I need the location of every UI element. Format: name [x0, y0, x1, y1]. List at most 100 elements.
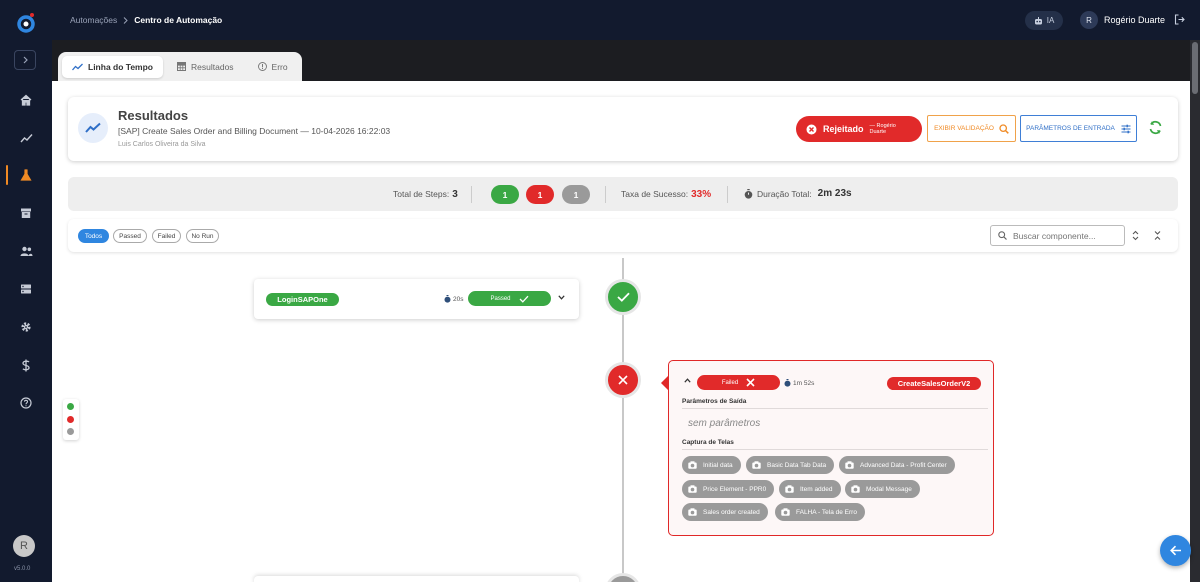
app-logo[interactable]	[14, 10, 38, 34]
execution-subtitle: [SAP] Create Sales Order and Billing Doc…	[118, 126, 391, 136]
ia-button[interactable]: IA	[1025, 11, 1063, 30]
screenshot-chip[interactable]: Modal Message	[845, 480, 920, 498]
server-icon	[20, 283, 32, 295]
camera-icon	[688, 461, 697, 469]
norun-count-badge: 1	[562, 185, 590, 204]
screenshot-chip[interactable]: Initial data	[682, 456, 741, 474]
camera-icon	[781, 508, 790, 516]
total-duration: Duração Total: 2m 23s	[744, 188, 852, 199]
search-input[interactable]	[1013, 230, 1113, 241]
sidebar-item-billing[interactable]	[0, 351, 52, 379]
execution-user: Luis Carlos Oliveira da Silva	[118, 141, 206, 148]
status-badge: Rejeitado — Rogério Duarte	[796, 116, 922, 142]
chevron-up-icon[interactable]	[684, 378, 691, 383]
user-menu[interactable]: R Rogério Duarte	[1080, 11, 1165, 29]
flask-icon	[20, 169, 32, 181]
chevron-down-icon[interactable]	[558, 295, 565, 300]
screenshot-chip[interactable]: FALHA - Tela de Erro	[775, 503, 865, 521]
legend-dot-norun	[67, 428, 74, 435]
input-params-button[interactable]: PARÂMETROS DE ENTRADA	[1020, 115, 1137, 142]
screenshot-chip[interactable]: Basic Data Tab Data	[746, 456, 835, 474]
sidebar-item-home[interactable]	[0, 86, 52, 114]
status-by: — Rogério Duarte	[869, 123, 896, 135]
failed-count-badge: 1	[526, 185, 554, 204]
output-params-title: Parâmetros de Saída	[682, 398, 747, 405]
page-title: Resultados	[118, 108, 189, 123]
timer-icon	[444, 295, 451, 303]
sidebar-item-archive[interactable]	[0, 199, 52, 227]
refresh-icon[interactable]	[1148, 120, 1163, 135]
check-icon	[616, 292, 630, 302]
button-label: PARÂMETROS DE ENTRADA	[1026, 125, 1115, 132]
tab-label: Linha do Tempo	[88, 61, 154, 72]
screenshot-label: Modal Message	[866, 485, 912, 493]
duration-label: Duração Total:	[757, 188, 812, 199]
screenshot-chip[interactable]: Item added	[779, 480, 841, 498]
app-version: v5.0.0	[14, 566, 31, 572]
timer-icon	[744, 188, 753, 199]
tab-timeline[interactable]: Linha do Tempo	[62, 55, 164, 78]
help-icon	[20, 397, 32, 409]
tab-error[interactable]: Erro	[248, 56, 298, 78]
divider	[605, 186, 606, 203]
expand-all-icon[interactable]	[1132, 230, 1139, 241]
screenshot-label: Sales order created	[703, 508, 760, 516]
screenshot-label: Advanced Data - Profit Center	[860, 461, 947, 469]
step-card-norun[interactable]	[254, 576, 579, 582]
breadcrumb-parent[interactable]: Automações	[70, 15, 117, 25]
divider	[727, 186, 728, 203]
sidebar-item-servers[interactable]	[0, 275, 52, 303]
screenshot-chip[interactable]: Sales order created	[682, 503, 768, 521]
scrollbar-thumb[interactable]	[1192, 42, 1198, 94]
sidebar-avatar[interactable]: R	[13, 535, 35, 557]
tab-label: Erro	[271, 61, 288, 72]
step-card-passed[interactable]: LoginSAPOne 20s Passed	[254, 279, 579, 319]
info-icon	[257, 62, 267, 71]
trend-icon	[72, 63, 83, 71]
legend-dot-failed	[67, 416, 74, 423]
timeline-node-passed	[605, 279, 641, 315]
tune-icon	[1121, 124, 1131, 134]
sidebar-item-dashboard[interactable]	[0, 124, 52, 152]
trend-icon	[78, 113, 108, 143]
search-icon	[998, 231, 1007, 240]
filter-bar: Todos Passed Failed No Run	[68, 219, 1178, 252]
sidebar-item-help[interactable]	[0, 389, 52, 417]
sidebar-expand-button[interactable]	[14, 50, 36, 70]
camera-icon	[785, 485, 794, 493]
step-duration: 1m 52s	[784, 379, 814, 387]
divider	[682, 449, 988, 450]
tab-label: Resultados	[191, 61, 234, 72]
check-icon	[519, 295, 529, 303]
duration-value: 2m 23s	[817, 188, 852, 199]
sidebar-item-settings[interactable]	[0, 313, 52, 341]
collapse-all-icon[interactable]	[1154, 230, 1161, 241]
screenshots-title: Captura de Telas	[682, 439, 734, 446]
screenshot-label: Initial data	[703, 461, 733, 469]
screenshot-label: Price Element - PPR0	[703, 485, 767, 493]
search-box[interactable]	[990, 225, 1125, 246]
scrollbar-track[interactable]	[1190, 40, 1200, 582]
back-button[interactable]	[1160, 535, 1191, 566]
filter-chip-passed[interactable]: Passed	[113, 229, 147, 243]
zoom-search-icon	[999, 123, 1009, 134]
tab-results[interactable]: Resultados	[167, 56, 244, 78]
step-card-failed[interactable]: Failed 1m 52s CreateSalesOrderV2 Parâmet…	[661, 360, 994, 536]
gear-icon	[20, 321, 32, 333]
sidebar-item-tests[interactable]	[0, 161, 52, 189]
step-status-badge: Passed	[468, 291, 551, 306]
screenshot-chip[interactable]: Advanced Data - Profit Center	[839, 456, 955, 474]
show-validation-button[interactable]: EXIBIR VALIDAÇÃO	[927, 115, 1016, 142]
screenshot-chip[interactable]: Price Element - PPR0	[682, 480, 775, 498]
passed-count-badge: 1	[491, 185, 519, 204]
status-label: Rejeitado	[823, 124, 864, 134]
filter-chip-all[interactable]: Todos	[78, 229, 109, 243]
divider	[682, 408, 988, 409]
sidebar-item-users[interactable]	[0, 237, 52, 265]
filter-chip-failed[interactable]: Failed	[152, 229, 181, 243]
users-icon	[20, 246, 33, 257]
logout-icon[interactable]	[1174, 14, 1185, 25]
filter-chip-norun[interactable]: No Run	[186, 229, 219, 243]
screenshot-label: Item added	[800, 485, 833, 493]
chevron-right-icon	[123, 16, 128, 24]
